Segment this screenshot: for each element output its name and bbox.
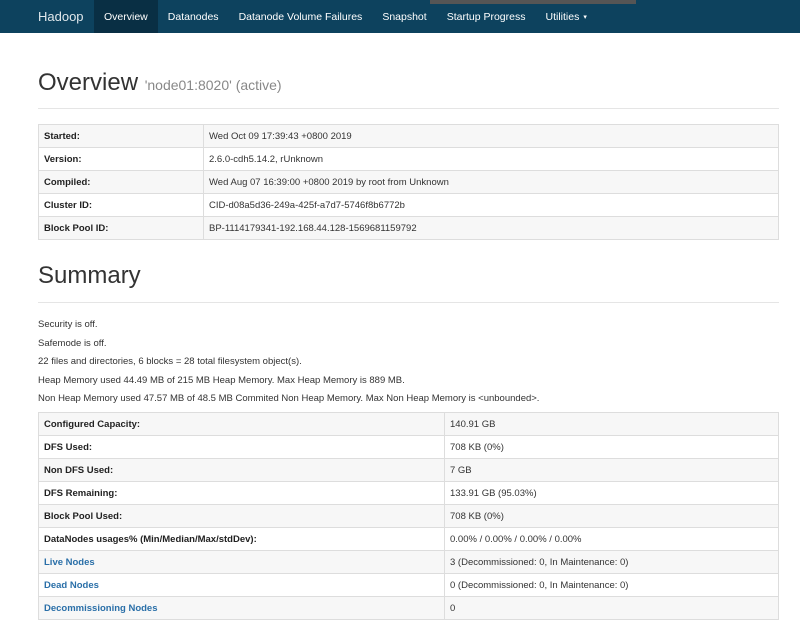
nav-datanode-volume-failures[interactable]: Datanode Volume Failures (229, 0, 373, 33)
summary-key: Configured Capacity: (38, 412, 445, 436)
overview-value: CID-d08a5d36-249a-425f-a7d7-5746f8b6772b (203, 193, 779, 217)
summary-value: 3 (Decommissioned: 0, In Maintenance: 0) (444, 550, 779, 574)
summary-key: Block Pool Used: (38, 504, 445, 528)
nav-startup-progress[interactable]: Startup Progress (437, 0, 536, 33)
nav-utilities-dropdown[interactable]: Utilities ▾ (535, 0, 596, 33)
summary-link[interactable]: Dead Nodes (38, 573, 445, 597)
summary-row: DFS Used: 708 KB (0%) (38, 435, 779, 459)
summary-key: Non DFS Used: (38, 458, 445, 482)
summary-row: Live Nodes 3 (Decommissioned: 0, In Maint… (38, 550, 779, 574)
nav-datanodes[interactable]: Datanodes (158, 0, 229, 33)
overview-value: Wed Aug 07 16:39:00 +0800 2019 by root f… (203, 170, 779, 194)
summary-value: 708 KB (0%) (444, 504, 779, 528)
nav-utilities-label: Utilities (545, 10, 580, 23)
overview-row: Block Pool ID: BP-1114179341-192.168.44.1… (38, 216, 779, 240)
overview-row: Compiled: Wed Aug 07 16:39:00 +0800 2019 … (38, 170, 779, 194)
overview-key: Started: (38, 124, 204, 148)
overview-row: Cluster ID: CID-d08a5d36-249a-425f-a7d7-5… (38, 193, 779, 217)
summary-value: 7 GB (444, 458, 779, 482)
title-divider (38, 108, 779, 109)
summary-line: Non Heap Memory used 47.57 MB of 48.5 MB… (38, 393, 540, 405)
summary-value: 133.91 GB (95.03%) (444, 481, 779, 505)
overview-value: 2.6.0-cdh5.14.2, rUnknown (203, 147, 779, 171)
summary-row: Decommissioning Nodes 0 (38, 596, 779, 620)
overlay-bar (430, 0, 636, 4)
overview-key: Block Pool ID: (38, 216, 204, 240)
overview-subtitle: 'node01:8020' (active) (144, 77, 282, 93)
summary-value: 0.00% / 0.00% / 0.00% / 0.00% (444, 527, 779, 551)
summary-line: 22 files and directories, 6 blocks = 28 … (38, 356, 302, 368)
overview-value: BP-1114179341-192.168.44.128-15696811597… (203, 216, 779, 240)
summary-row: Configured Capacity: 140.91 GB (38, 412, 779, 436)
page-title: Overview 'node01:8020' (active) (38, 69, 282, 97)
overview-row: Started: Wed Oct 09 17:39:43 +0800 2019 (38, 124, 779, 148)
overview-row: Version: 2.6.0-cdh5.14.2, rUnknown (38, 147, 779, 171)
summary-value: 708 KB (0%) (444, 435, 779, 459)
nav-menu: Overview Datanodes Datanode Volume Failu… (94, 0, 597, 33)
summary-table: Configured Capacity: 140.91 GB DFS Used: 70… (38, 412, 779, 620)
chevron-down-icon: ▾ (583, 13, 587, 21)
summary-row: Block Pool Used: 708 KB (0%) (38, 504, 779, 528)
summary-row: DFS Remaining: 133.91 GB (95.03%) (38, 481, 779, 505)
overview-key: Cluster ID: (38, 193, 204, 217)
summary-line: Safemode is off. (38, 337, 107, 349)
summary-key: DataNodes usages% (Min/Median/Max/stdDev… (38, 527, 445, 551)
summary-key: DFS Remaining: (38, 481, 445, 505)
summary-value: 140.91 GB (444, 412, 779, 436)
summary-status-lines: Security is off. Safemode is off. 22 files… (38, 318, 539, 411)
summary-row: Non DFS Used: 7 GB (38, 458, 779, 482)
summary-line: Security is off. (38, 319, 98, 330)
overview-key: Compiled: (38, 170, 204, 194)
brand-logo[interactable]: Hadoop (0, 0, 94, 33)
nav-overview[interactable]: Overview (94, 0, 158, 33)
summary-title: Summary (38, 262, 141, 289)
overview-value: Wed Oct 09 17:39:43 +0800 2019 (203, 124, 779, 148)
summary-line: Heap Memory used 44.49 MB of 215 MB Heap… (38, 374, 405, 386)
summary-row: DataNodes usages% (Min/Median/Max/stdDev… (38, 527, 779, 551)
overview-title: Overview (38, 69, 139, 96)
overview-key: Version: (38, 147, 204, 171)
summary-divider (38, 302, 779, 303)
summary-row: Dead Nodes 0 (Decommissioned: 0, In Maint… (38, 573, 779, 597)
summary-value: 0 (Decommissioned: 0, In Maintenance: 0) (444, 573, 779, 597)
nav-snapshot[interactable]: Snapshot (372, 0, 436, 33)
summary-key: DFS Used: (38, 435, 445, 459)
summary-value: 0 (444, 596, 779, 620)
summary-link[interactable]: Live Nodes (38, 550, 445, 574)
top-navbar: Hadoop Overview Datanodes Datanode Volum… (0, 0, 800, 33)
summary-link[interactable]: Decommissioning Nodes (38, 596, 445, 620)
overview-table: Started: Wed Oct 09 17:39:43 +0800 2019 Ve… (38, 124, 779, 240)
